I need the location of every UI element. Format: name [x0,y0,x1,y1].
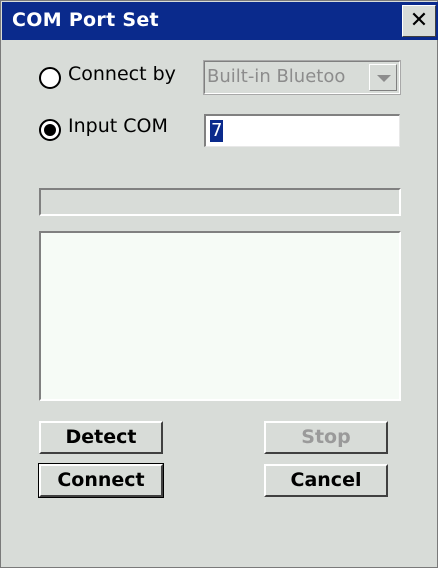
connect-method-value: Built-in Bluetoo [207,66,346,87]
close-icon: ✕ [409,8,429,33]
connect-method-select[interactable]: Built-in Bluetoo [203,60,401,95]
connect-by-radio[interactable] [39,67,61,89]
radio-selected-dot [44,124,56,136]
progress-bar [39,188,401,216]
title-bar: COM Port Set ✕ [2,2,438,40]
detect-button[interactable]: Detect [39,421,163,454]
dialog-title: COM Port Set [12,9,159,31]
chevron-down-icon[interactable] [369,64,397,91]
log-textarea[interactable] [39,231,401,401]
com-port-value: 7 [210,120,224,142]
com-port-input[interactable]: 7 [204,114,400,147]
connect-button[interactable]: Connect [38,463,164,498]
input-com-radio[interactable] [39,119,61,141]
close-button[interactable]: ✕ [402,5,436,37]
cancel-button[interactable]: Cancel [264,464,388,497]
connect-by-label[interactable]: Connect by [68,63,176,85]
input-com-label[interactable]: Input COM [68,115,168,137]
stop-button[interactable]: Stop [264,421,388,454]
com-port-dialog: COM Port Set ✕ Connect by Built-in Bluet… [0,0,438,568]
